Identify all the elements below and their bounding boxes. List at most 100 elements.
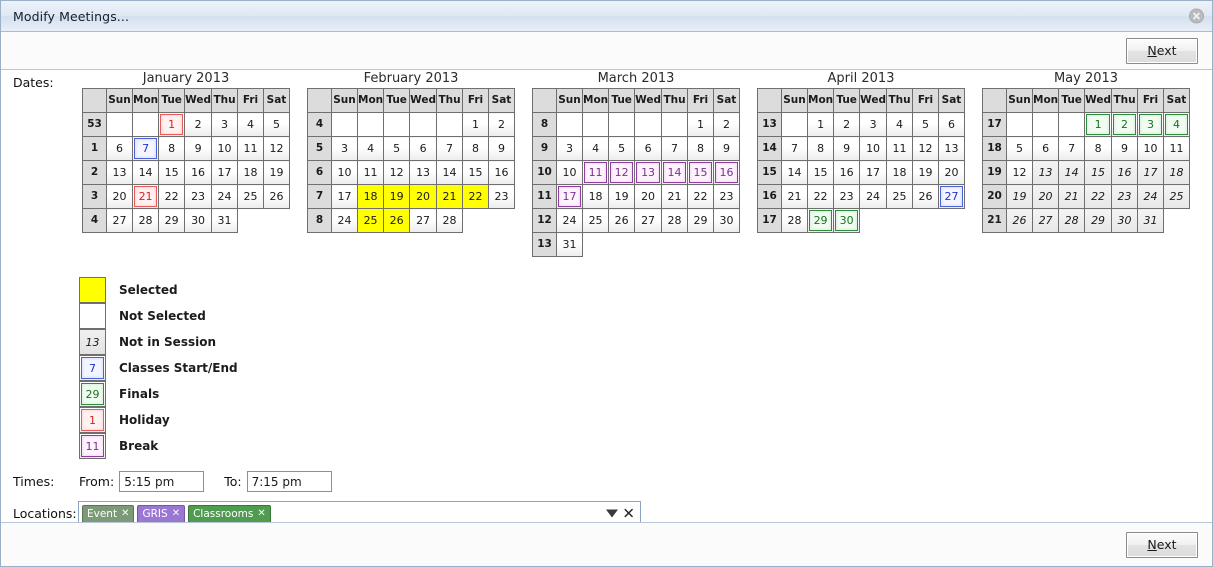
calendar-day-cell[interactable]: 28 [131,208,160,233]
calendar-day-cell[interactable]: 12 [383,160,411,185]
calendar-day-cell[interactable]: 25 [581,208,610,233]
calendar-day-cell[interactable] [383,112,411,137]
clear-all-icon[interactable]: ✕ [622,506,635,521]
calendar-day-cell[interactable]: 20 [938,160,965,185]
calendar-day-cell[interactable]: 13 [409,160,437,185]
calendar-day-cell[interactable]: 13 [938,136,965,161]
calendar-day-cell[interactable]: 14 [131,160,160,185]
next-button-bottom[interactable]: Next [1126,531,1198,558]
calendar-day-cell[interactable] [409,112,437,137]
calendar-day-cell[interactable]: 30 [184,208,212,233]
calendar-day-cell[interactable]: 22 [687,184,714,209]
calendar-day-cell[interactable]: 8 [1084,136,1112,161]
calendar-day-cell[interactable]: 10 [211,136,238,161]
calendar-day-cell[interactable]: 31 [1137,208,1164,233]
calendar-day-cell[interactable]: 29 [687,208,714,233]
calendar-day-cell[interactable]: 12 [1006,160,1033,185]
calendar-day-cell[interactable]: 3 [556,136,583,161]
calendar-day-cell[interactable] [1031,112,1060,137]
calendar-day-cell[interactable]: 18 [1163,160,1190,185]
calendar-day-cell[interactable]: 8 [158,136,186,161]
calendar-day-cell[interactable]: 26 [263,184,290,209]
calendar-day-cell[interactable]: 10 [331,160,358,185]
calendar-day-cell[interactable]: 4 [581,136,610,161]
calendar-day-cell[interactable]: 10 [1137,136,1164,161]
calendar-day-cell[interactable]: 17 [859,160,887,185]
calendar-day-cell[interactable] [634,112,662,137]
calendar-day-cell[interactable]: 2 [184,112,212,137]
calendar-day-cell[interactable]: 5 [608,136,636,161]
calendar-day-cell[interactable]: 3 [211,112,238,137]
calendar-day-cell[interactable]: 12 [608,160,636,185]
calendar-day-cell[interactable] [781,112,808,137]
calendar-day-cell[interactable]: 20 [409,184,437,209]
calendar-day-cell[interactable]: 17 [331,184,358,209]
calendar-day-cell[interactable]: 9 [1111,136,1138,161]
next-button-top[interactable]: Next [1126,37,1198,64]
calendar-day-cell[interactable]: 28 [436,208,463,233]
calendar-day-cell[interactable]: 27 [1031,208,1060,233]
calendar-day-cell[interactable]: 4 [886,112,913,137]
calendar-day-cell[interactable]: 6 [938,112,965,137]
calendar-day-cell[interactable]: 11 [886,136,913,161]
calendar-day-cell[interactable]: 9 [184,136,212,161]
calendar-day-cell[interactable]: 16 [1111,160,1138,185]
calendar-day-cell[interactable]: 23 [1111,184,1138,209]
calendar-day-cell[interactable]: 8 [462,136,489,161]
calendar-day-cell[interactable] [1006,112,1033,137]
calendar-day-cell[interactable]: 27 [634,208,662,233]
calendar-day-cell[interactable]: 2 [713,112,740,137]
remove-tag-icon[interactable]: ✕ [257,508,265,519]
calendar-day-cell[interactable] [1058,112,1086,137]
calendar-day-cell[interactable]: 6 [409,136,437,161]
calendar-day-cell[interactable]: 26 [912,184,939,209]
calendar-day-cell[interactable]: 1 [687,112,714,137]
calendar-day-cell[interactable]: 2 [1111,112,1138,137]
calendar-day-cell[interactable]: 22 [462,184,489,209]
calendar-day-cell[interactable]: 17 [1137,160,1164,185]
calendar-day-cell[interactable] [608,112,636,137]
from-time-input[interactable] [119,471,205,492]
calendar-day-cell[interactable]: 31 [556,232,583,257]
calendar-day-cell[interactable]: 6 [634,136,662,161]
calendar-day-cell[interactable]: 8 [687,136,714,161]
calendar-day-cell[interactable]: 27 [106,208,133,233]
calendar-day-cell[interactable]: 11 [237,136,264,161]
calendar-day-cell[interactable]: 29 [158,208,186,233]
calendar-day-cell[interactable]: 21 [1058,184,1086,209]
calendar-day-cell[interactable]: 1 [1084,112,1112,137]
calendar-day-cell[interactable]: 5 [1006,136,1033,161]
calendar-day-cell[interactable]: 15 [158,160,186,185]
calendar-day-cell[interactable]: 3 [1137,112,1164,137]
calendar-day-cell[interactable]: 16 [488,160,515,185]
calendar-day-cell[interactable]: 15 [462,160,489,185]
calendar-day-cell[interactable]: 29 [806,208,835,233]
calendar-day-cell[interactable]: 1 [462,112,489,137]
calendar-day-cell[interactable]: 21 [781,184,808,209]
calendar-day-cell[interactable]: 30 [1111,208,1138,233]
calendar-day-cell[interactable] [661,112,688,137]
calendar-day-cell[interactable]: 9 [713,136,740,161]
calendar-day-cell[interactable]: 5 [263,112,290,137]
calendar-day-cell[interactable]: 24 [556,208,583,233]
to-time-input[interactable] [246,471,332,492]
calendar-day-cell[interactable] [331,112,358,137]
remove-tag-icon[interactable]: ✕ [172,508,180,519]
calendar-day-cell[interactable]: 19 [263,160,290,185]
calendar-day-cell[interactable]: 4 [1163,112,1190,137]
calendar-day-cell[interactable]: 20 [1031,184,1060,209]
calendar-day-cell[interactable]: 9 [488,136,515,161]
calendar-day-cell[interactable]: 17 [556,184,583,209]
calendar-day-cell[interactable]: 25 [886,184,913,209]
calendar-day-cell[interactable]: 16 [184,160,212,185]
calendar-day-cell[interactable]: 10 [859,136,887,161]
calendar-day-cell[interactable]: 29 [1084,208,1112,233]
calendar-day-cell[interactable] [356,112,385,137]
calendar-day-cell[interactable] [106,112,133,137]
calendar-day-cell[interactable]: 24 [1137,184,1164,209]
calendar-day-cell[interactable]: 15 [806,160,835,185]
calendar-day-cell[interactable]: 25 [237,184,264,209]
calendar-day-cell[interactable]: 17 [211,160,238,185]
calendar-day-cell[interactable]: 15 [1084,160,1112,185]
calendar-day-cell[interactable]: 14 [781,160,808,185]
